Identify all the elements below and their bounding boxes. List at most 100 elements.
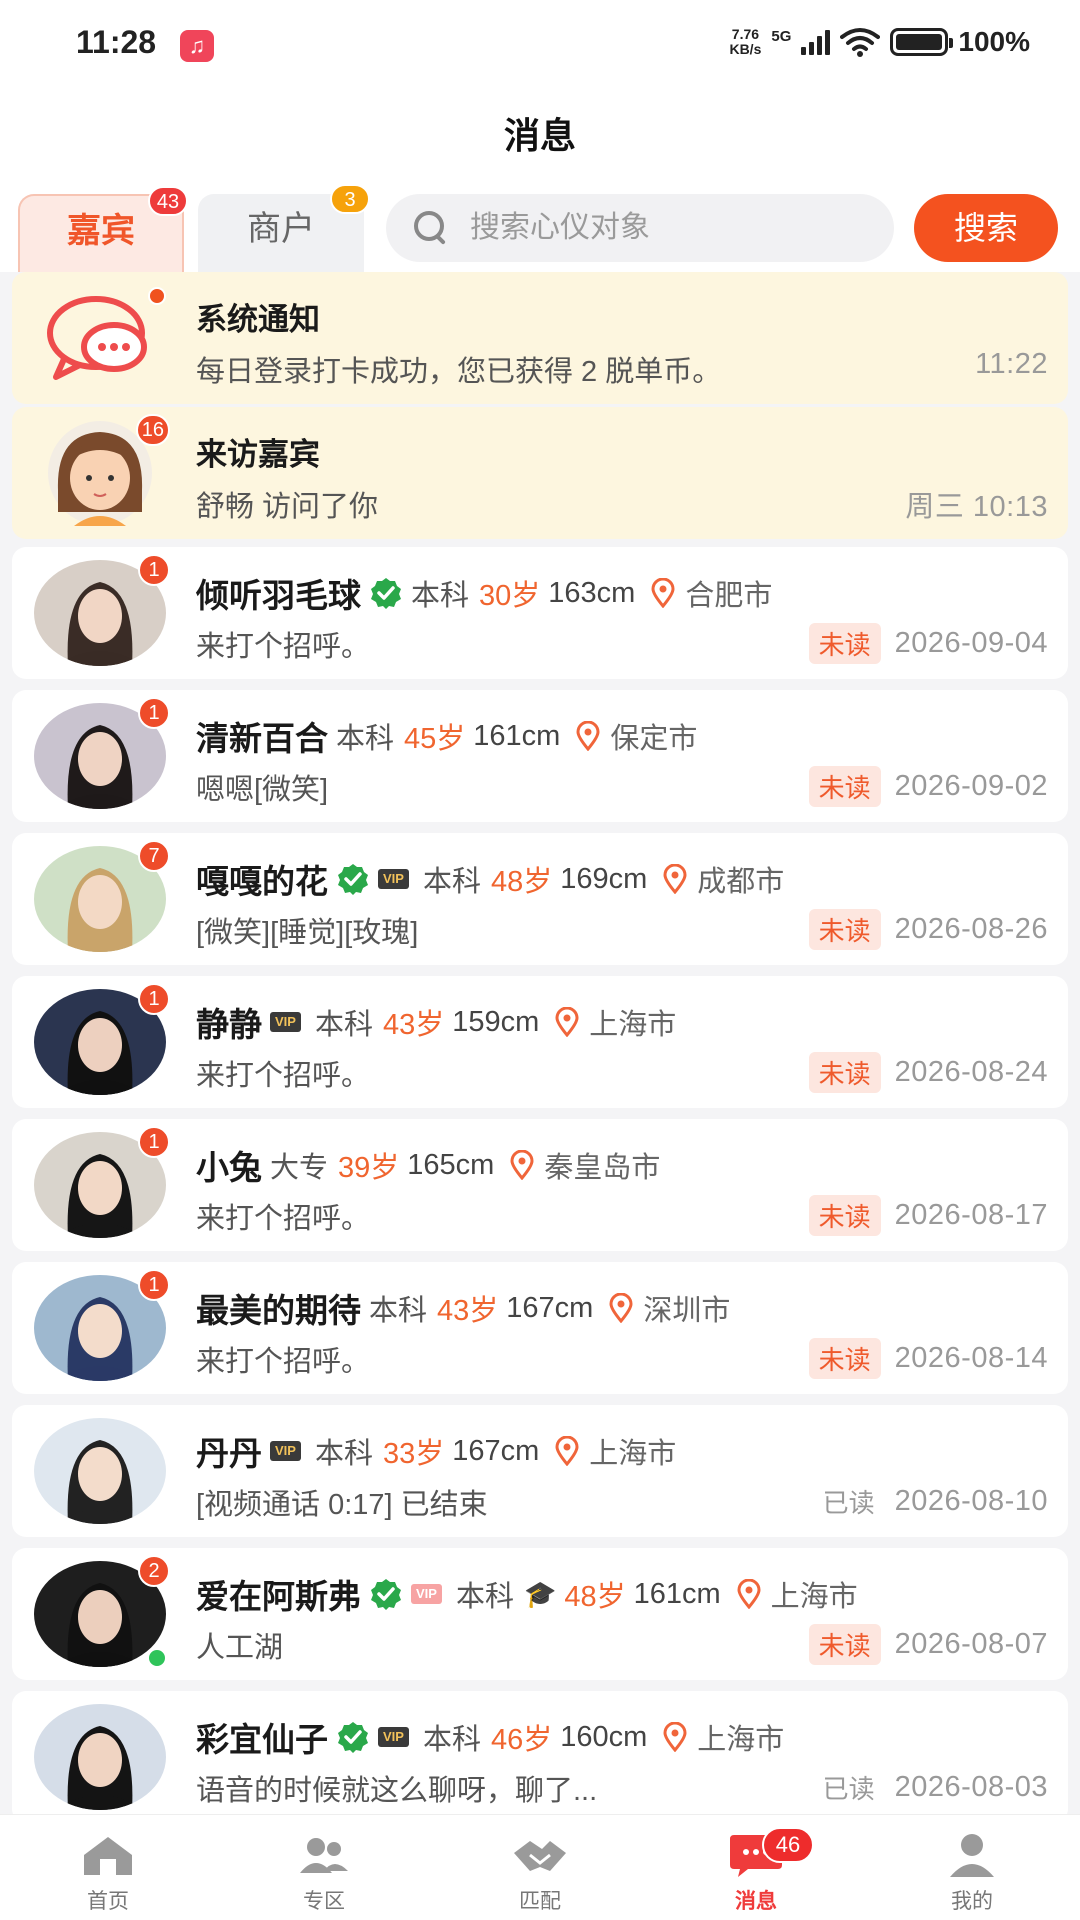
message-date: 2026-08-24 — [894, 1056, 1048, 1088]
height: 169cm — [560, 862, 648, 895]
message-meta: 已读 2026-08-03 — [817, 1767, 1048, 1808]
last-message: 来打个招呼。 — [196, 1060, 371, 1092]
education: 本科 — [455, 1581, 514, 1613]
education: 本科 — [411, 580, 470, 612]
tab-guests[interactable]: 嘉宾 43 — [18, 186, 188, 272]
education: 本科 — [336, 723, 395, 755]
search-input[interactable] — [470, 211, 870, 245]
height: 165cm — [407, 1148, 495, 1181]
read-status-tag: 未读 — [808, 909, 881, 950]
conversation-row[interactable]: 1 倾听羽毛球 本科 30岁 163cm 合肥市 来打个招呼。 未读 2026-09-04 — [12, 547, 1068, 679]
location-pin-icon — [663, 864, 687, 894]
message-date: 2026-08-03 — [894, 1771, 1048, 1803]
read-status-tag: 未读 — [808, 1338, 881, 1379]
network-type: 5G — [771, 28, 792, 45]
nickname: 嘎嘎的花 — [196, 863, 328, 900]
conversation-row[interactable]: 1 最美的期待 本科 43岁 167cm 深圳市 来打个招呼。 未读 2026-08-14 — [12, 1262, 1068, 1394]
tab-merchants-label: 商户 — [247, 210, 315, 248]
city: 上海市 — [589, 1438, 677, 1470]
avatar: 1 — [34, 554, 170, 666]
visitors-row[interactable]: 16 来访嘉宾 舒畅 访问了你 周三 10:13 — [12, 407, 1068, 539]
avatar-photo — [34, 1704, 166, 1810]
city: 上海市 — [697, 1724, 785, 1756]
tab-merchants[interactable]: 商户 3 — [198, 184, 370, 272]
status-indicators: 7.76 KB/s 5G 100% — [729, 26, 1030, 58]
message-meta: 未读 2026-08-17 — [808, 1195, 1048, 1236]
nav-label: 首页 — [87, 1890, 129, 1913]
verified-icon — [371, 578, 401, 609]
unread-count-badge: 2 — [138, 1555, 170, 1587]
avatar: 1 — [34, 1269, 170, 1381]
users-icon — [300, 1838, 348, 1873]
conversation-row[interactable]: 丹丹 VIP 本科 33岁 167cm 上海市 [视频通话 0:17] 已结束 已读 2026-… — [12, 1405, 1068, 1537]
profile-line: 倾听羽毛球 本科 30岁 163cm 合肥市 — [196, 569, 772, 617]
avatar: 1 — [34, 983, 170, 1095]
message-meta: 未读 2026-08-26 — [808, 909, 1048, 950]
message-date: 2026-09-02 — [894, 770, 1048, 802]
height: 161cm — [633, 1577, 721, 1610]
nav-item-message[interactable]: 消息 46 — [648, 1815, 864, 1920]
nickname: 小兔 — [196, 1149, 262, 1186]
location-pin-icon — [555, 1436, 579, 1466]
tab-guests-badge: 43 — [148, 186, 188, 216]
nav-label: 专区 — [303, 1890, 345, 1913]
location-pin-icon — [555, 1007, 579, 1037]
education: 大专 — [270, 1152, 329, 1184]
unread-count-badge: 1 — [138, 554, 170, 586]
last-message: 来打个招呼。 — [196, 631, 371, 663]
system-notice-meta: 11:22 — [975, 348, 1048, 381]
nickname: 最美的期待 — [196, 1292, 361, 1329]
last-message: 来打个招呼。 — [196, 1203, 371, 1235]
search-icon — [414, 211, 448, 245]
nickname: 爱在阿斯弗 — [196, 1578, 361, 1615]
vip-icon: VIP — [378, 1727, 409, 1747]
system-notice-row[interactable]: 系统通知 每日登录打卡成功，您已获得 2 脱单币。 11:22 — [12, 272, 1068, 404]
message-date: 2026-08-10 — [894, 1485, 1048, 1517]
conversation-row[interactable]: 7 嘎嘎的花 VIP 本科 48岁 169cm 成都市 [微笑][睡觉][玫瑰] 未读 2026-… — [12, 833, 1068, 965]
search-button[interactable]: 搜索 — [914, 194, 1058, 262]
nav-item-profile[interactable]: 我的 — [864, 1815, 1080, 1920]
conversation-row[interactable]: 1 小兔 大专 39岁 165cm 秦皇岛市 来打个招呼。 未读 2026-08-17 — [12, 1119, 1068, 1251]
nav-label: 匹配 — [519, 1890, 561, 1913]
read-status-tag: 未读 — [808, 623, 881, 664]
system-notice-message: 每日登录打卡成功，您已获得 2 脱单币。 — [196, 356, 722, 388]
message-meta: 未读 2026-08-24 — [808, 1052, 1048, 1093]
read-status-tag: 已读 — [822, 1774, 875, 1804]
nickname: 彩宜仙子 — [196, 1721, 328, 1758]
profile-line: 爱在阿斯弗 VIP 本科 🎓 48岁 161cm 上海市 — [196, 1570, 858, 1618]
nav-badge: 46 — [762, 1827, 814, 1863]
city: 成都市 — [697, 866, 785, 898]
avatar — [34, 1418, 166, 1524]
avatar: 2 — [34, 1555, 170, 1669]
nav-label: 我的 — [951, 1890, 993, 1913]
status-time: 11:28 — [76, 24, 157, 60]
age: 43岁 — [437, 1295, 499, 1327]
height: 167cm — [506, 1291, 594, 1324]
conversation-row[interactable]: 1 静静 VIP 本科 43岁 159cm 上海市 来打个招呼。 未读 2026-08-24 — [12, 976, 1068, 1108]
last-message: 来打个招呼。 — [196, 1346, 371, 1378]
signal-icon — [801, 29, 831, 55]
location-pin-icon — [609, 1293, 633, 1323]
city: 保定市 — [610, 723, 698, 755]
conversation-row[interactable]: 彩宜仙子 VIP 本科 46岁 160cm 上海市 语音的时候就这么聊呀，聊了... 已读 20… — [12, 1691, 1068, 1823]
conversation-row[interactable]: 1 清新百合 本科 45岁 161cm 保定市 嗯嗯[微笑] 未读 2026-09-02 — [12, 690, 1068, 822]
nav-item-handshake[interactable]: 匹配 — [432, 1815, 648, 1920]
city: 合肥市 — [685, 580, 773, 612]
search-box[interactable] — [386, 194, 894, 262]
network-speed-unit: KB/s — [729, 41, 762, 57]
message-meta: 已读 2026-08-10 — [817, 1481, 1048, 1522]
nav-item-home[interactable]: 首页 — [0, 1815, 216, 1920]
nav-item-users[interactable]: 专区 — [216, 1815, 432, 1920]
age: 46岁 — [490, 1724, 553, 1756]
conversation-row[interactable]: 2 爱在阿斯弗 VIP 本科 🎓 48岁 161cm 上海市 人工湖 未读 2026-08-07 — [12, 1548, 1068, 1680]
visitors-badge: 16 — [135, 414, 170, 446]
unread-count-badge: 1 — [138, 1126, 170, 1158]
visitors-avatar: 16 — [34, 414, 170, 526]
nickname: 倾听羽毛球 — [196, 577, 361, 614]
online-status-dot — [146, 1647, 168, 1669]
status-bar: 11:28 ♫ 7.76 KB/s 5G 100% — [0, 0, 1080, 90]
city: 上海市 — [770, 1581, 858, 1613]
education: 本科 — [422, 866, 481, 898]
last-message: 人工湖 — [196, 1632, 284, 1664]
read-status-tag: 已读 — [822, 1488, 875, 1518]
